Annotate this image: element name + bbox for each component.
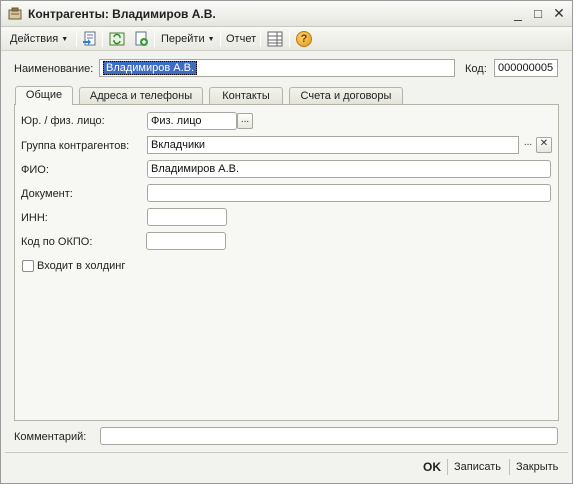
toolbar-separator	[289, 31, 290, 47]
holding-label: Входит в холдинг	[37, 260, 126, 272]
save-and-close-icon[interactable]	[82, 31, 98, 47]
tab-accounts-contracts[interactable]: Счета и договоры	[289, 87, 403, 105]
chevron-down-icon: ▼	[61, 36, 69, 43]
okpo-input[interactable]	[146, 232, 226, 250]
footer-separator	[447, 459, 448, 475]
name-input[interactable]: Владимиров А.В.	[99, 59, 455, 77]
actions-menu-label: Действия	[10, 33, 59, 45]
toolbar-separator	[220, 31, 221, 47]
legal-type-select[interactable]: Физ. лицо	[147, 112, 237, 130]
toolbar-separator	[102, 31, 103, 47]
goto-menu-label: Перейти	[161, 33, 205, 45]
okpo-label: Код по ОКПО:	[21, 236, 93, 248]
list-settings-icon[interactable]	[267, 31, 283, 47]
catalog-icon	[8, 7, 22, 20]
inn-input[interactable]	[147, 208, 227, 226]
toolbar-separator	[260, 31, 261, 47]
footer-divider	[5, 452, 568, 453]
tab-general[interactable]: Общие	[15, 86, 73, 105]
close-window-button[interactable]: ✕	[550, 5, 568, 22]
holding-checkbox[interactable]	[22, 260, 34, 272]
code-label: Код:	[465, 63, 487, 75]
group-input[interactable]: Вкладчики	[147, 136, 519, 154]
group-label: Группа контрагентов:	[21, 140, 130, 152]
footer-separator	[509, 459, 510, 475]
window-title: Контрагенты: Владимиров А.В.	[28, 7, 216, 21]
legal-type-label: Юр. / физ. лицо:	[21, 115, 105, 127]
document-input[interactable]	[147, 184, 551, 202]
inn-label: ИНН:	[21, 212, 48, 224]
goto-menu[interactable]: Перейти ▼	[161, 30, 215, 48]
comment-input[interactable]	[100, 427, 558, 445]
tab-addresses-phones[interactable]: Адреса и телефоны	[79, 87, 203, 105]
actions-menu[interactable]: Действия ▼	[10, 30, 68, 48]
document-label: Документ:	[21, 188, 73, 200]
save-button[interactable]: Записать	[454, 460, 501, 474]
fio-label: ФИО:	[21, 164, 49, 176]
toolbar-separator	[76, 31, 77, 47]
comment-label: Комментарий:	[14, 431, 87, 443]
toolbar: Действия ▼ Перейти ▼ Отчет ?	[1, 27, 572, 51]
group-choose-button[interactable]: ...	[520, 137, 536, 153]
minimize-button[interactable]: _	[509, 5, 527, 22]
report-button[interactable]: Отчет	[226, 30, 256, 48]
fio-input[interactable]: Владимиров А.В.	[147, 160, 551, 178]
maximize-button[interactable]: □	[529, 5, 547, 22]
legal-type-choose-button[interactable]: ...	[237, 113, 253, 129]
ok-button[interactable]: OK	[423, 460, 441, 474]
close-button[interactable]: Закрыть	[516, 460, 558, 474]
name-label: Наименование:	[14, 63, 94, 75]
title-bar: Контрагенты: Владимиров А.В. _ □ ✕	[1, 1, 572, 27]
toolbar-separator	[154, 31, 155, 47]
tab-contacts[interactable]: Контакты	[209, 87, 283, 105]
counterparty-window: Контрагенты: Владимиров А.В. _ □ ✕ Дейст…	[0, 0, 573, 484]
code-input[interactable]: 000000005	[494, 59, 558, 77]
help-icon[interactable]: ?	[296, 31, 312, 47]
clear-icon[interactable]: ✕	[536, 137, 552, 153]
copy-document-icon[interactable]	[133, 31, 149, 47]
chevron-down-icon: ▼	[207, 36, 215, 43]
name-value: Владимиров А.В.	[103, 61, 198, 75]
refresh-icon[interactable]	[109, 31, 125, 47]
